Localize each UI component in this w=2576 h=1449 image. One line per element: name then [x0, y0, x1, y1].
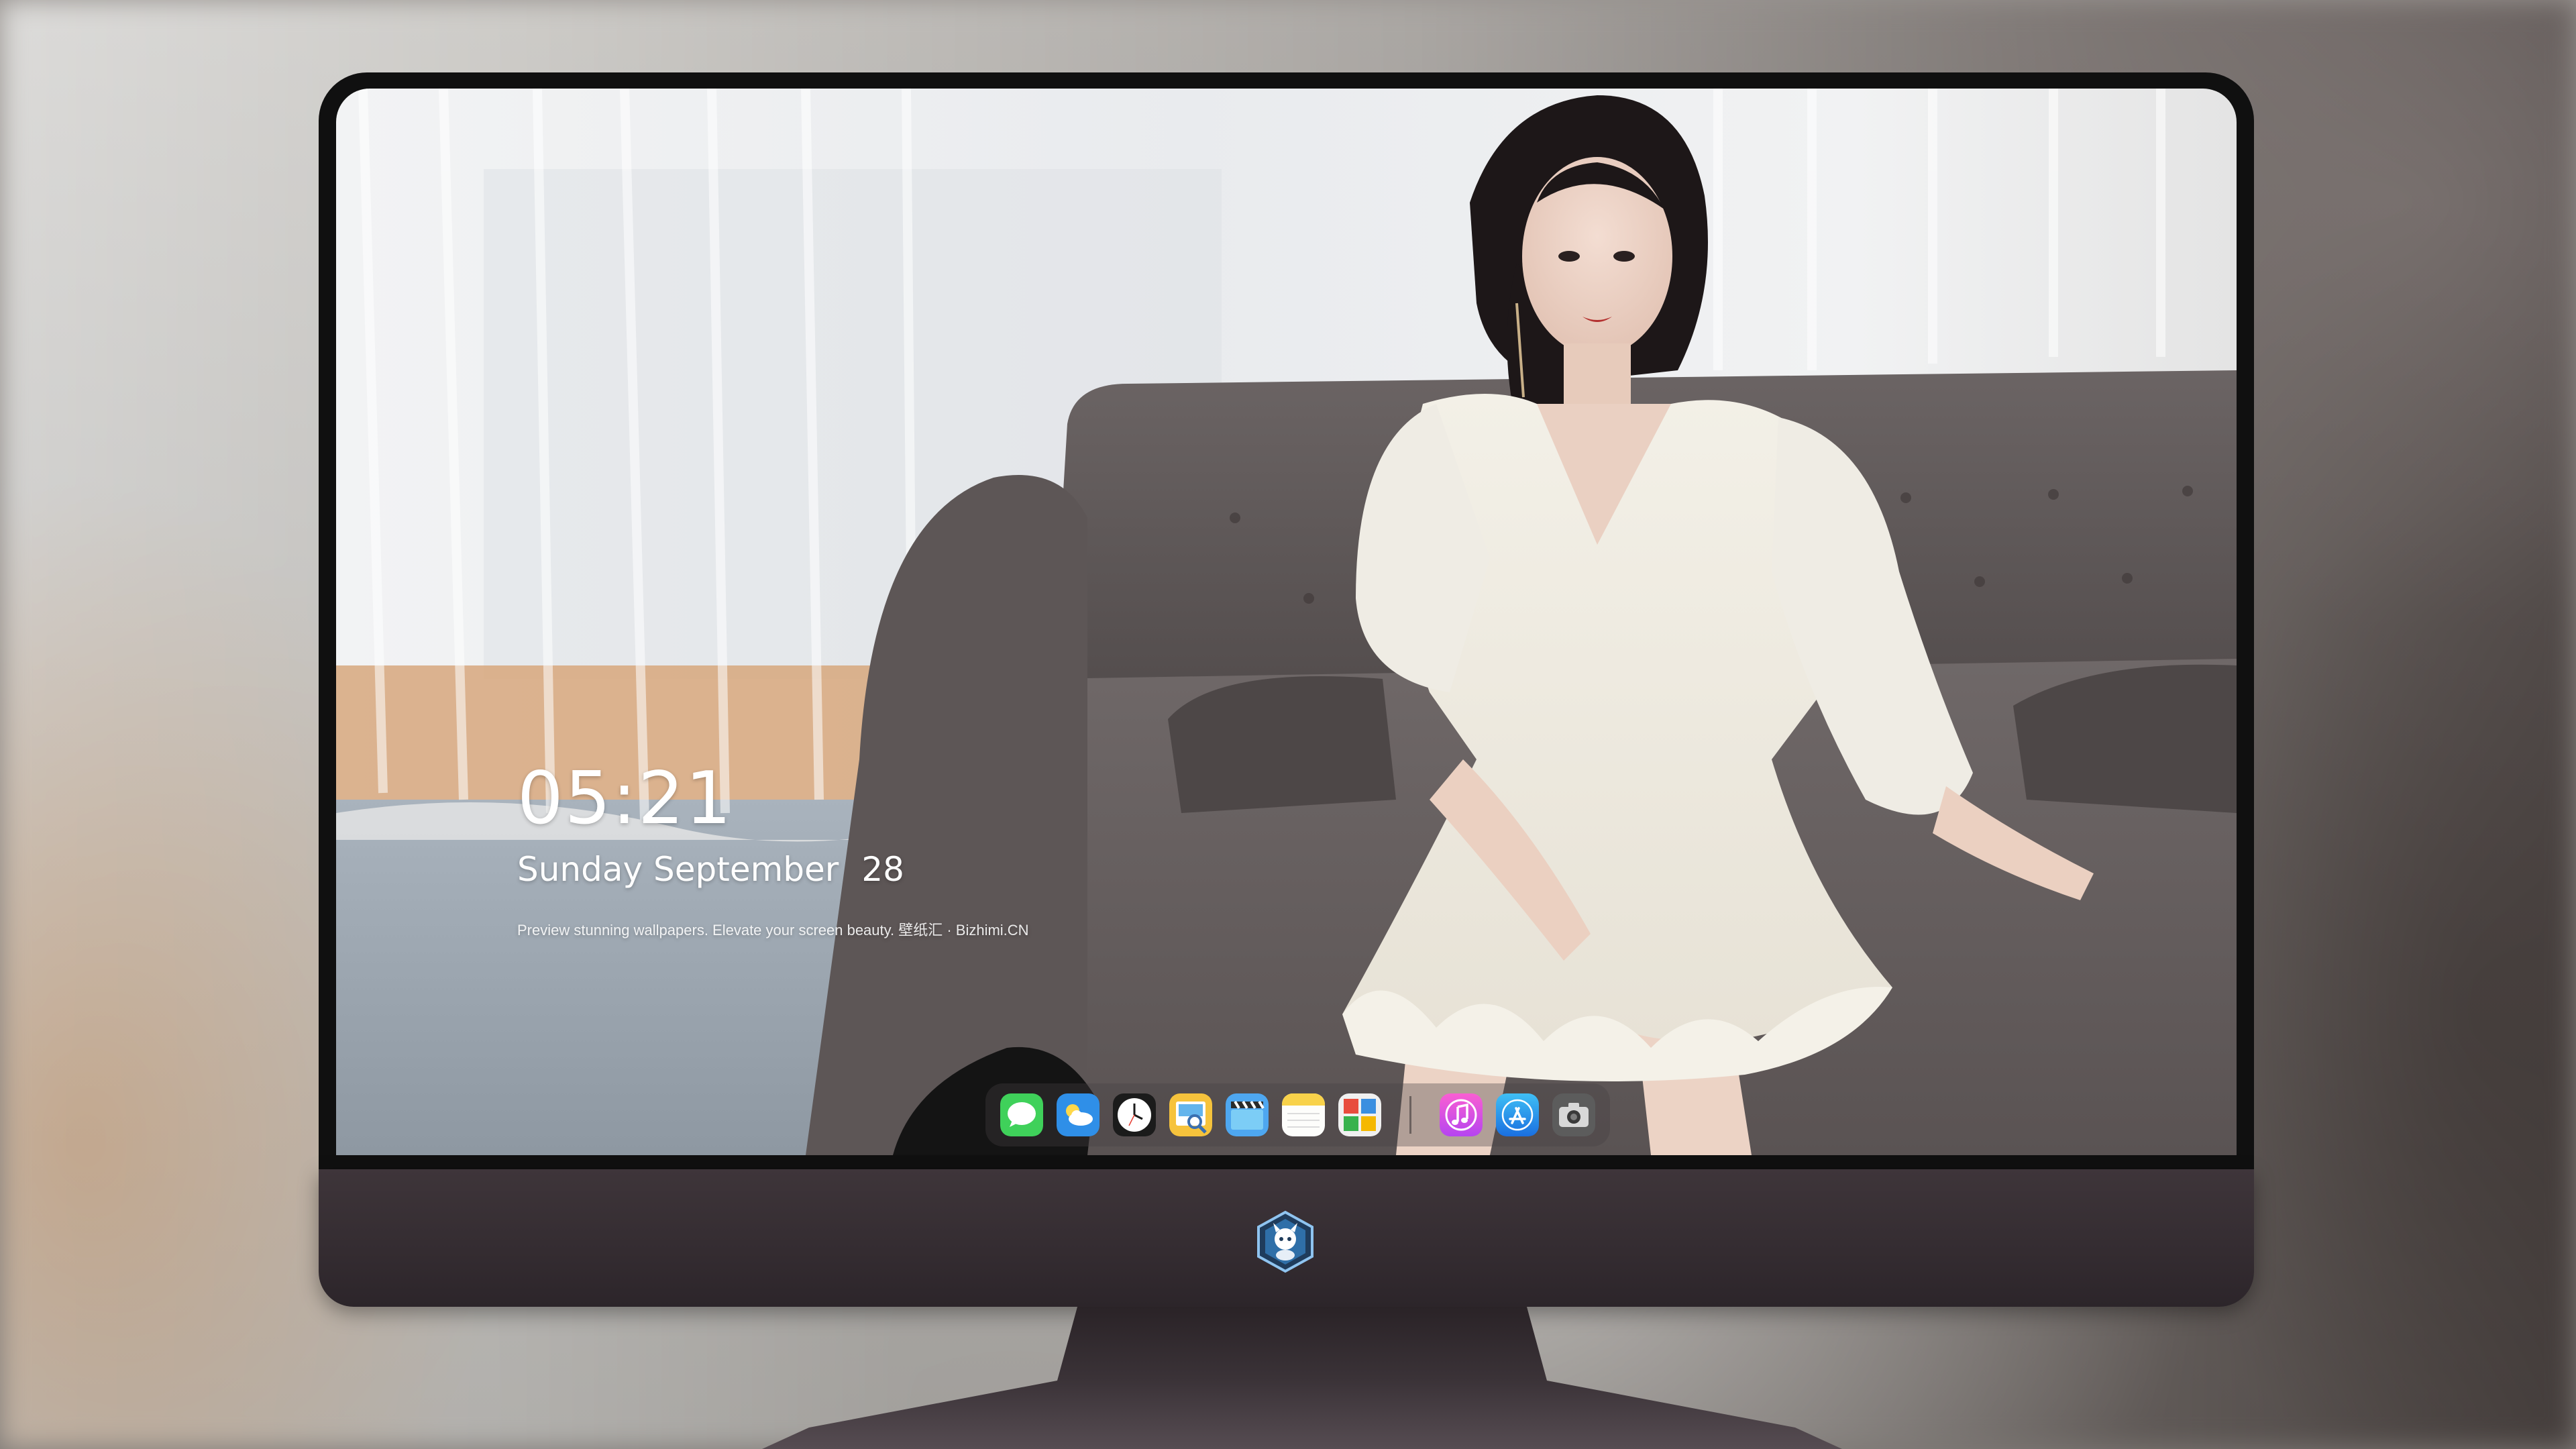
- lock-screen-clock: 05:21 Sunday September 28 Preview stunni…: [517, 763, 1029, 940]
- weather-icon[interactable]: [1057, 1093, 1099, 1136]
- app-store-icon[interactable]: [1496, 1093, 1539, 1136]
- clock-date: Sunday September 28: [517, 853, 1029, 886]
- messages-icon[interactable]: [1000, 1093, 1043, 1136]
- music-note-icon[interactable]: [1440, 1093, 1483, 1136]
- monitor-bezel: 05:21 Sunday September 28 Preview stunni…: [319, 72, 2254, 1169]
- mascot-logo-icon: [1257, 1210, 1313, 1273]
- dock: [985, 1083, 1610, 1146]
- clapperboard-icon[interactable]: [1226, 1093, 1269, 1136]
- camera-icon[interactable]: [1552, 1093, 1595, 1136]
- monitor-stand: [762, 1307, 1842, 1449]
- wallpaper-photo: [336, 89, 2237, 1155]
- monitor: 05:21 Sunday September 28 Preview stunni…: [319, 72, 2254, 1307]
- clock-time: 05:21: [517, 757, 733, 841]
- photo-grid-icon[interactable]: [1338, 1093, 1381, 1136]
- wallpaper-caption: Preview stunning wallpapers. Elevate you…: [517, 922, 1029, 938]
- clock-weekday-month: Sunday September: [517, 850, 839, 889]
- clock-icon[interactable]: [1113, 1093, 1156, 1136]
- screen: 05:21 Sunday September 28 Preview stunni…: [336, 89, 2237, 1155]
- clock-day: 28: [861, 850, 904, 889]
- monitor-chin: [319, 1169, 2254, 1307]
- dock-separator: [1409, 1096, 1411, 1134]
- preview-icon[interactable]: [1169, 1093, 1212, 1136]
- notes-icon[interactable]: [1282, 1093, 1325, 1136]
